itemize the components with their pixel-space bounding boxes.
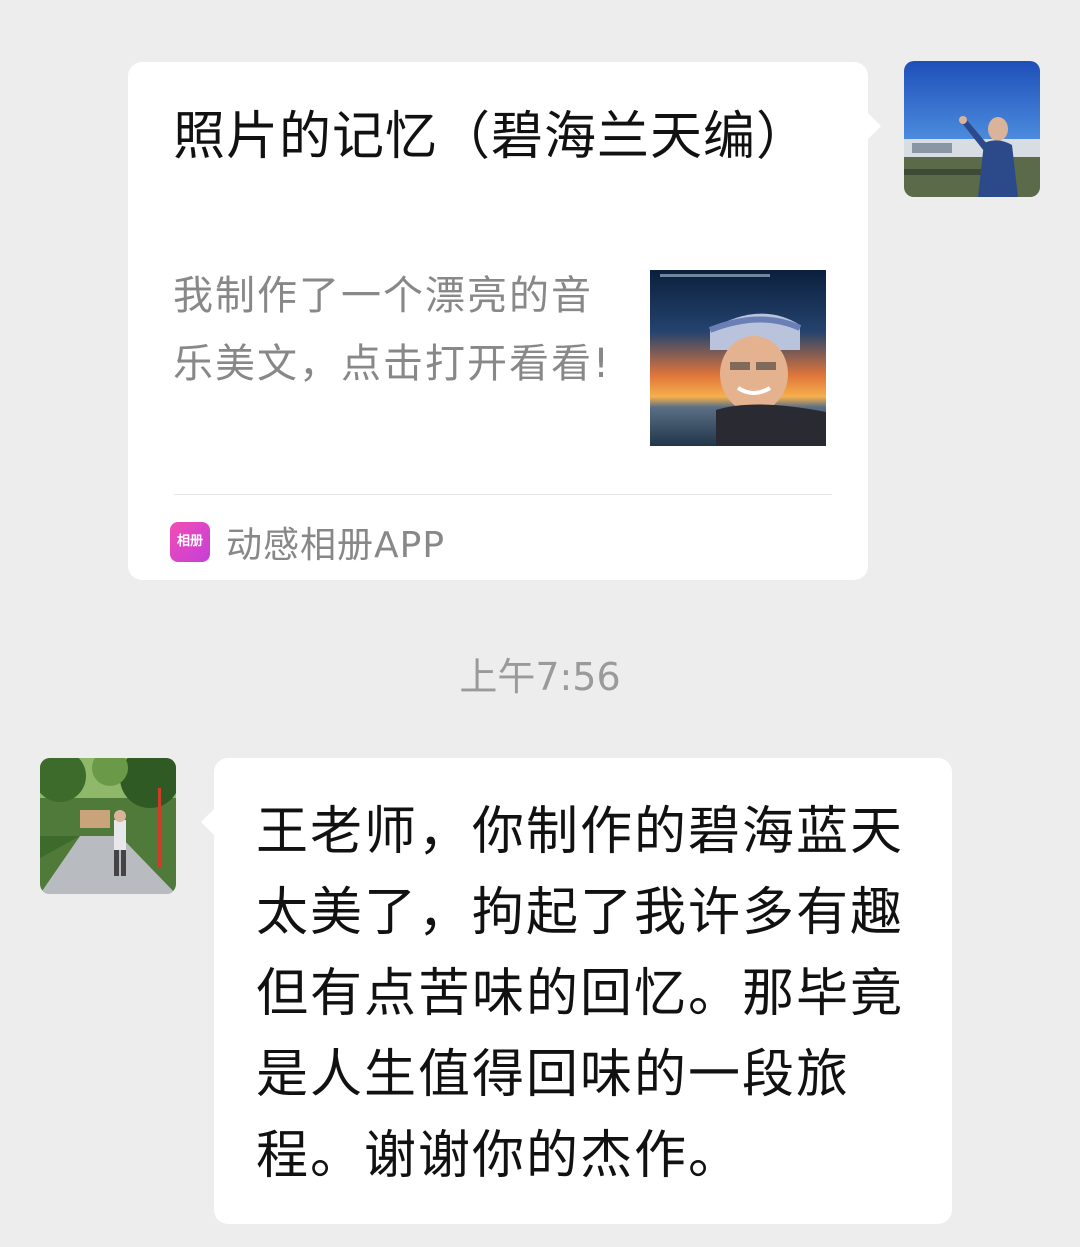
link-card-message[interactable]: 照片的记忆（碧海兰天编） 我制作了一个漂亮的音乐美文，点击打开看看! 相册 动感…: [128, 62, 881, 580]
card-divider: [174, 494, 832, 495]
card-source-label: 动感相册APP: [226, 525, 446, 566]
card-title: 照片的记忆（碧海兰天编）: [173, 107, 810, 167]
friend-avatar-photo: [40, 758, 176, 894]
sunset-portrait-image: [650, 270, 826, 446]
bubble-tail: [867, 112, 881, 140]
self-avatar[interactable]: [904, 61, 1040, 197]
received-message-bubble[interactable]: 王老师，你制作的碧海蓝天太美了，拘起了我许多有趣但有点苦味的回忆。那毕竟是人生值…: [201, 758, 952, 1224]
bubble-tail: [201, 808, 215, 836]
album-app-icon: 相册: [170, 522, 210, 562]
received-message-text: 王老师，你制作的碧海蓝天太美了，拘起了我许多有趣但有点苦味的回忆。那毕竟是人生值…: [256, 802, 905, 1186]
card-source: 相册 动感相册APP: [170, 514, 445, 570]
card-description: 我制作了一个漂亮的音乐美文，点击打开看看!: [173, 273, 612, 387]
self-avatar-photo: [904, 61, 1040, 197]
friend-avatar[interactable]: [40, 758, 176, 894]
card-thumbnail: [650, 270, 826, 446]
message-timestamp: 上午7:56: [459, 655, 621, 699]
